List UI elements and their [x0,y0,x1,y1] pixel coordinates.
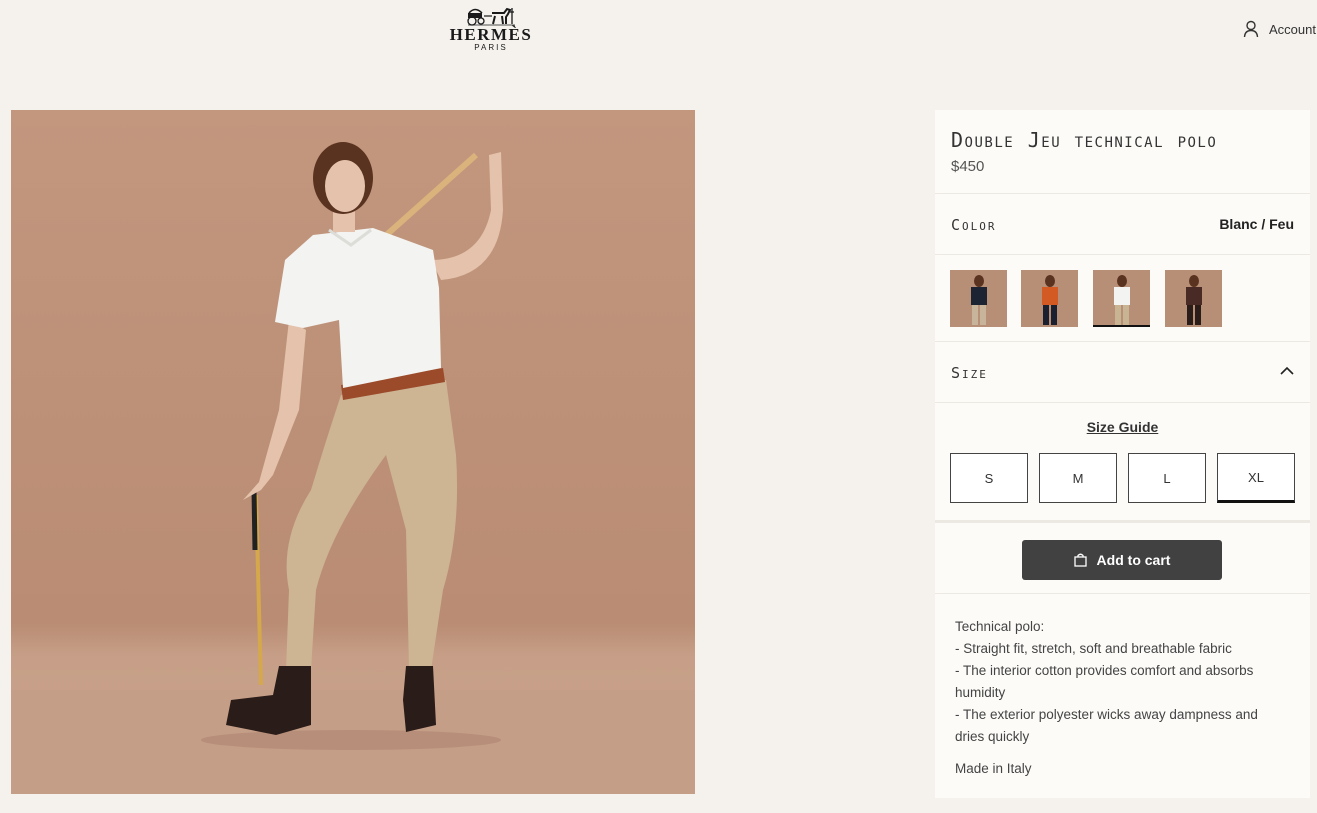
carriage-icon [467,7,515,26]
brand-city: PARIS [474,43,508,52]
color-swatch-navy[interactable] [950,270,1007,327]
size-selector: Size Guide S M L XL [935,403,1310,521]
made-in-label: Made in Italy [955,761,1032,776]
size-guide-link[interactable]: Size Guide [935,419,1310,435]
user-icon [1243,20,1259,38]
description-bullet: - Straight fit, stretch, soft and breath… [955,641,1232,656]
size-button-m[interactable]: M [1039,453,1117,503]
description-heading: Technical polo: [955,619,1045,634]
color-swatch-orange[interactable] [1021,270,1078,327]
color-swatch-brown[interactable] [1165,270,1222,327]
color-label: Color [951,216,997,234]
size-button-xl[interactable]: XL [1217,453,1295,503]
size-toggle[interactable]: Size [935,342,1310,403]
description-bullet: - The exterior polyester wicks away damp… [955,707,1258,744]
size-button-s[interactable]: S [950,453,1028,503]
product-description: Technical polo: - Straight fit, stretch,… [935,594,1310,780]
color-swatch-white[interactable] [1093,270,1150,327]
product-panel: Double Jeu technical polo $450 Color Bla… [935,110,1310,798]
cart-row: Add to cart [935,521,1310,594]
hermes-logo[interactable]: HERMÈS PARIS [447,4,535,56]
chevron-up-icon [1280,366,1294,375]
brand-name: HERMÈS [449,25,533,44]
product-price: $450 [951,158,985,175]
add-to-cart-button[interactable]: Add to cart [1022,540,1222,580]
product-title: Double Jeu technical polo [951,128,1218,152]
description-bullet: - The interior cotton provides comfort a… [955,663,1254,700]
color-swatches [935,255,1310,342]
color-value: Blanc / Feu [1219,216,1294,232]
product-header: Double Jeu technical polo $450 [935,110,1310,194]
account-label: Account [1269,21,1316,37]
size-label: Size [951,364,988,382]
color-row: Color Blanc / Feu [935,194,1310,255]
product-image[interactable] [11,110,695,794]
model-photo [11,142,695,794]
size-button-l[interactable]: L [1128,453,1206,503]
shopping-bag-icon [1073,553,1087,567]
account-link[interactable]: Account [1243,20,1316,38]
add-to-cart-label: Add to cart [1096,552,1171,568]
